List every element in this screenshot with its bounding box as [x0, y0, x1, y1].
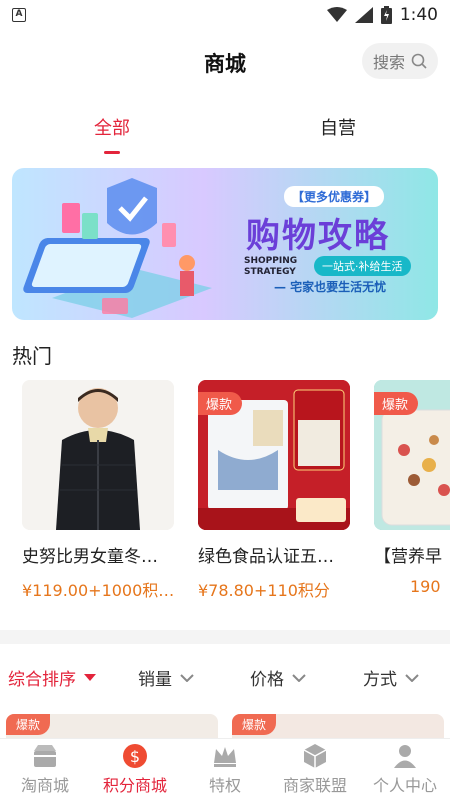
category-tabs: 全部 自营 — [0, 108, 450, 158]
product-card-peek[interactable]: 爆款 — [6, 714, 218, 740]
product-card[interactable]: 史努比男女童冬… ¥119.00+1000积… — [22, 380, 182, 601]
nav-label: 商家联盟 — [282, 776, 347, 795]
wifi-icon — [326, 7, 347, 22]
nav-merchant-alliance[interactable]: 商家联盟 — [270, 743, 360, 796]
product-price: 190 — [410, 577, 441, 596]
tab-self-operated[interactable]: 自营 — [298, 114, 378, 140]
hot-badge: 爆款 — [6, 714, 51, 735]
banner-title: 购物攻略 — [246, 216, 390, 256]
sort-label: 综合排序 — [8, 670, 76, 690]
sort-bar: 综合排序 销量 价格 方式 — [0, 655, 450, 699]
svg-text:$: $ — [130, 747, 140, 766]
banner-pill: 一站式·补给生活 — [314, 256, 411, 276]
banner-english-line1: SHOPPING — [244, 256, 298, 266]
promo-banner[interactable]: 【更多优惠券】 购物攻略 SHOPPING STRATEGY 一站式·补给生活 … — [12, 168, 438, 320]
banner-tag: 【更多优惠券】 — [284, 186, 385, 207]
app-header: 商城 搜索 — [0, 40, 450, 84]
sort-label: 方式 — [363, 670, 397, 690]
cube-icon — [303, 744, 327, 768]
nav-label: 淘商城 — [20, 776, 69, 795]
hot-badge: 爆款 — [232, 714, 277, 735]
nav-privileges[interactable]: 特权 — [180, 743, 270, 796]
product-image — [22, 380, 174, 530]
sort-method[interactable]: 方式 — [363, 665, 419, 690]
banner-slogan: — 宅家也要生活无忧 — [274, 280, 387, 294]
banner-english: SHOPPING STRATEGY — [244, 256, 297, 278]
banner-illustration — [23, 178, 212, 318]
search-button[interactable]: 搜索 — [362, 43, 438, 79]
search-label: 搜索 — [372, 53, 405, 72]
chevron-down-icon — [405, 673, 419, 682]
hot-product-list: 史努比男女童冬… ¥119.00+1000积… 爆款 绿色食品认证五… ¥78.… — [0, 380, 450, 610]
nav-label: 特权 — [208, 776, 241, 795]
nav-points-mall[interactable]: $ 积分商城 — [90, 743, 180, 796]
chevron-down-icon — [180, 673, 194, 682]
sort-label: 价格 — [250, 670, 284, 690]
status-bar: A 1:40 — [0, 0, 450, 30]
signal-icon — [354, 7, 373, 23]
chevron-down-icon — [84, 673, 96, 681]
sort-price[interactable]: 价格 — [250, 665, 306, 690]
banner-english-line2: STRATEGY — [244, 267, 296, 277]
coin-dollar-icon: $ — [123, 744, 147, 768]
hot-badge: 爆款 — [198, 392, 243, 415]
hot-badge: 爆款 — [374, 392, 419, 415]
hot-section-title: 热门 — [12, 344, 52, 368]
sort-sales[interactable]: 销量 — [138, 665, 194, 690]
product-name: 【营养早 — [374, 547, 442, 567]
active-tab-indicator — [104, 151, 120, 154]
product-card[interactable]: 爆款 【营养早 190 — [374, 380, 450, 596]
bottom-nav: 淘商城 $ 积分商城 特权 商家联盟 个人中心 — [0, 738, 450, 800]
notification-a-icon: A — [12, 8, 26, 22]
product-name: 绿色食品认证五… — [198, 547, 334, 567]
product-card[interactable]: 爆款 绿色食品认证五… ¥78.80+110积分 — [198, 380, 358, 601]
section-divider — [0, 630, 450, 644]
nav-personal-center[interactable]: 个人中心 — [360, 743, 450, 796]
product-price: ¥78.80+110积分 — [198, 581, 330, 600]
battery-icon — [380, 6, 392, 24]
store-icon — [34, 745, 56, 767]
chevron-down-icon — [292, 673, 306, 682]
search-icon — [411, 53, 427, 69]
nav-label: 积分商城 — [102, 776, 167, 795]
nav-label: 个人中心 — [372, 776, 437, 795]
sort-comprehensive[interactable]: 综合排序 — [8, 665, 96, 690]
product-name: 史努比男女童冬… — [22, 547, 158, 567]
nav-taobao-mall[interactable]: 淘商城 — [0, 743, 90, 796]
kids-jacket-image — [22, 380, 174, 530]
product-image: 爆款 — [374, 380, 450, 530]
product-price: ¥119.00+1000积… — [22, 581, 175, 600]
product-image: 爆款 — [198, 380, 350, 530]
sort-label: 销量 — [138, 670, 172, 690]
crown-icon — [214, 747, 236, 767]
product-card-peek[interactable]: 爆款 — [232, 714, 444, 740]
clock-time: 1:40 — [399, 5, 438, 25]
tab-all[interactable]: 全部 — [72, 114, 152, 140]
person-icon — [394, 745, 416, 768]
